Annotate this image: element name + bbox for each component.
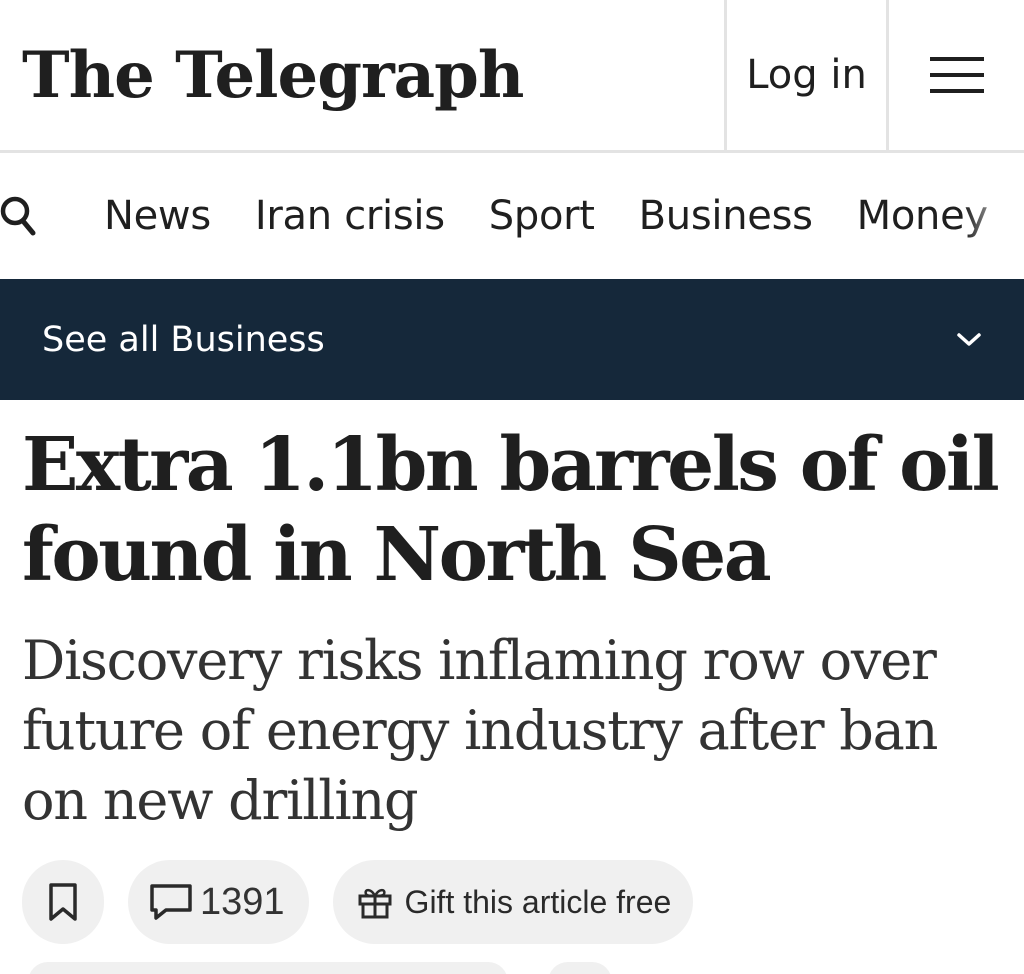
comments-button[interactable]: 1391 xyxy=(128,860,309,944)
nav-item-news[interactable]: News xyxy=(104,193,211,239)
search-button[interactable] xyxy=(0,153,62,279)
partial-pill[interactable] xyxy=(548,962,612,974)
nav-items: News Iran crisis Sport Business Money xyxy=(62,193,1024,239)
hamburger-menu-icon xyxy=(929,57,984,93)
bookmark-button[interactable] xyxy=(22,860,104,944)
gift-label: Gift this article free xyxy=(404,883,672,920)
nav-item-sport[interactable]: Sport xyxy=(489,193,595,239)
chevron-down-icon xyxy=(957,332,981,346)
standfirst-line: on new drilling xyxy=(22,769,419,832)
comment-count: 1391 xyxy=(200,880,285,923)
article-actions: 1391 Gift this article free xyxy=(22,860,694,944)
site-header: The Telegraph Log in xyxy=(0,0,1024,153)
login-button[interactable]: Log in xyxy=(724,0,886,150)
standfirst-line: Discovery risks inflaming row over xyxy=(22,629,937,692)
gift-icon xyxy=(358,888,392,919)
menu-button[interactable] xyxy=(886,0,1024,150)
partial-pill[interactable] xyxy=(28,962,508,974)
gift-article-button[interactable]: Gift this article free xyxy=(332,860,694,944)
bookmark-icon xyxy=(49,883,77,921)
nav-item-business[interactable]: Business xyxy=(639,193,813,239)
nav-fade-overlay xyxy=(964,153,1024,279)
article-standfirst: Discovery risks inflaming row over futur… xyxy=(22,626,1002,836)
primary-nav: News Iran crisis Sport Business Money xyxy=(0,153,1024,279)
article-headline: Extra 1.1bn barrels of oil found in Nort… xyxy=(22,420,1002,600)
site-logo[interactable]: The Telegraph xyxy=(0,0,724,150)
headline-line: Extra 1.1bn barrels of oil xyxy=(22,422,1000,508)
comment-icon xyxy=(150,884,192,920)
headline-line: found in North Sea xyxy=(22,512,772,598)
standfirst-line: future of energy industry after ban xyxy=(22,699,938,762)
section-label: See all Business xyxy=(42,319,325,360)
section-dropdown[interactable]: See all Business xyxy=(0,279,1024,400)
search-icon xyxy=(0,196,36,236)
nav-item-iran-crisis[interactable]: Iran crisis xyxy=(255,193,445,239)
